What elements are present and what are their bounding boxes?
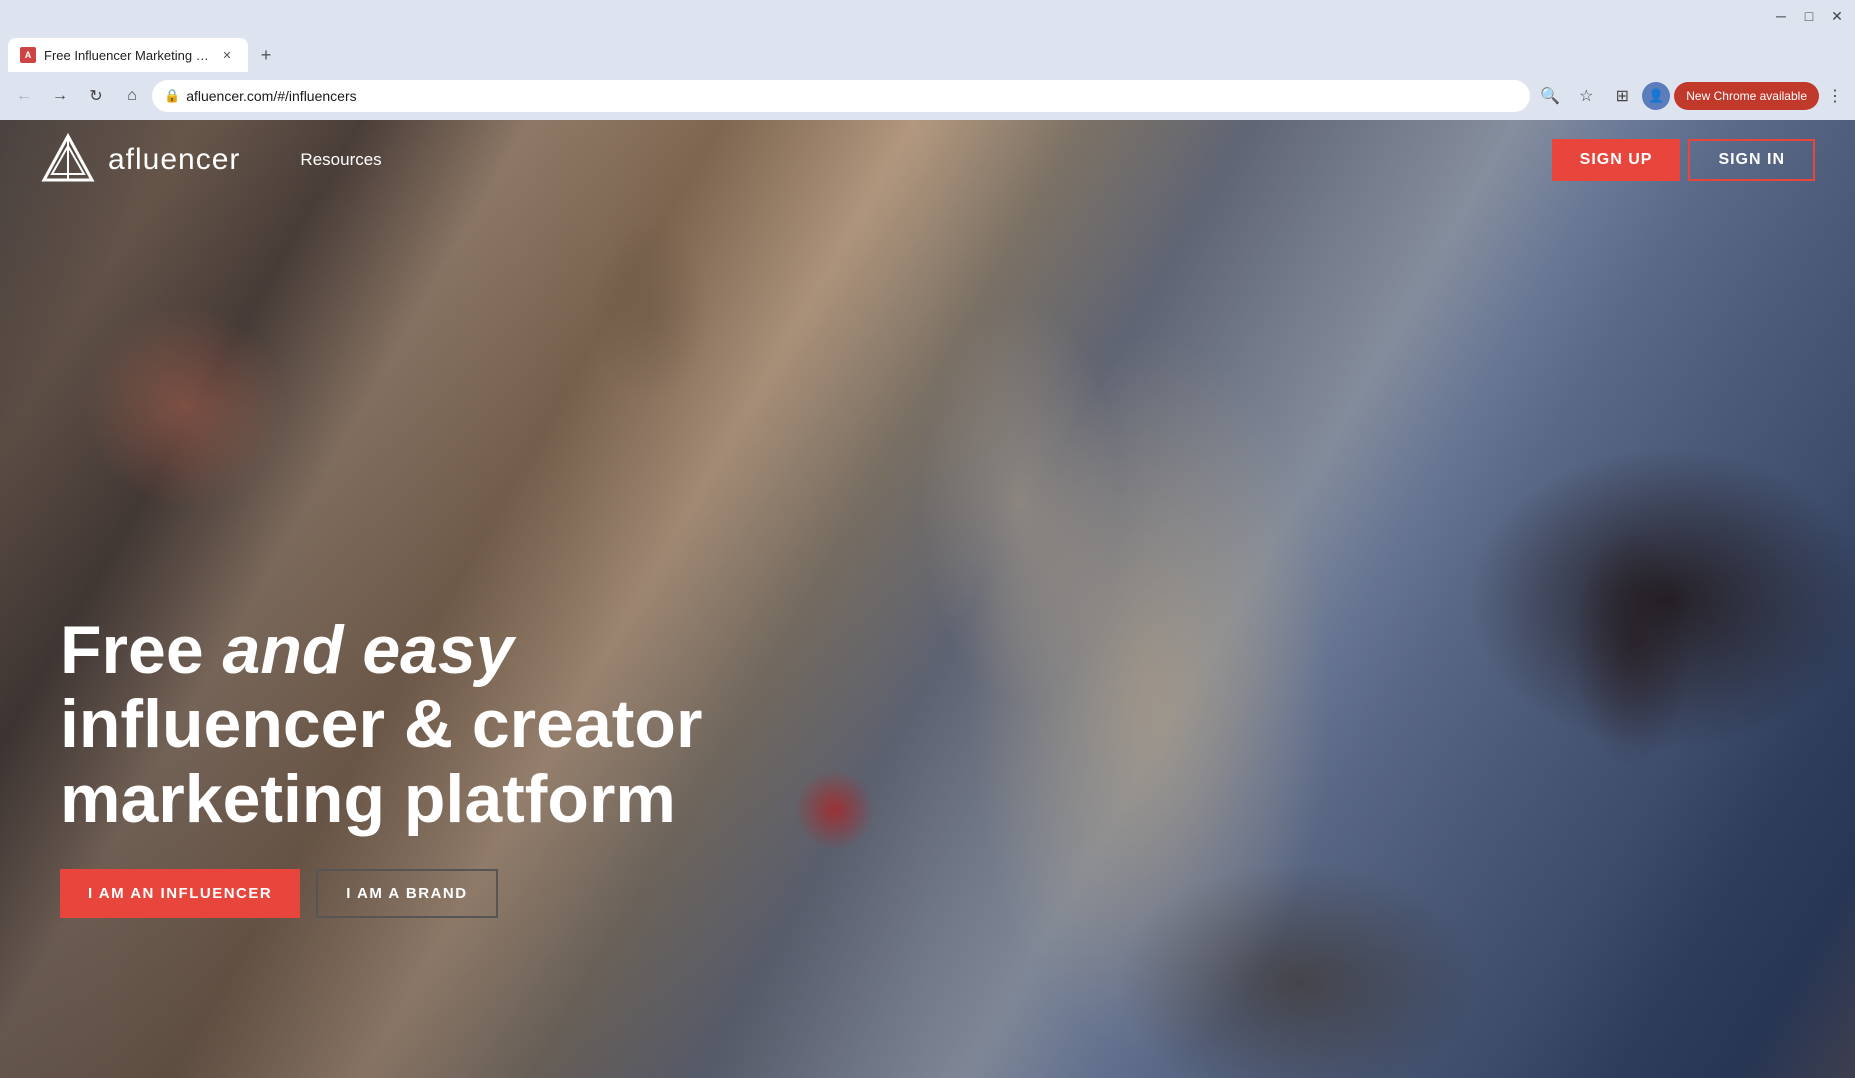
brand-button[interactable]: I AM A BRAND (316, 869, 497, 918)
home-button[interactable]: ⌂ (116, 80, 148, 112)
hero-title-line3: marketing platform (60, 761, 676, 837)
page-content: afluencer Resources SIGN UP SIGN IN Free… (0, 120, 1855, 1078)
nav-link-resources[interactable]: Resources (300, 150, 381, 170)
forward-button[interactable]: → (44, 80, 76, 112)
back-button[interactable]: ← (8, 80, 40, 112)
site-navbar: afluencer Resources SIGN UP SIGN IN (0, 120, 1855, 200)
lock-icon: 🔒 (164, 88, 180, 104)
hero-title: Free and easy influencer & creator marke… (60, 613, 702, 837)
address-bar[interactable]: 🔒 afluencer.com/#/influencers (152, 80, 1530, 112)
reload-button[interactable]: ↻ (80, 80, 112, 112)
nav-links: Resources (300, 150, 381, 170)
browser-window: A Free Influencer Marketing Platf... ✕ +… (0, 32, 1855, 1078)
hero-title-line2: influencer & creator (60, 686, 702, 762)
hero-buttons: I AM AN INFLUENCER I AM A BRAND (60, 869, 702, 918)
tab-favicon: A (20, 47, 36, 63)
os-bar: ─ □ ✕ (0, 0, 1855, 32)
profile-button[interactable]: 👤 (1642, 82, 1670, 110)
chrome-menu-button[interactable]: ⋮ (1823, 84, 1847, 108)
tab-title: Free Influencer Marketing Platf... (44, 48, 210, 63)
hero-figure (0, 120, 1855, 1078)
new-tab-button[interactable]: + (252, 41, 280, 69)
extensions-button[interactable]: ⊞ (1606, 80, 1638, 112)
address-text: afluencer.com/#/influencers (186, 88, 1518, 104)
minimize-button[interactable]: ─ (1769, 4, 1793, 28)
active-tab[interactable]: A Free Influencer Marketing Platf... ✕ (8, 38, 248, 72)
tab-close-button[interactable]: ✕ (218, 46, 236, 64)
hero-title-free: Free (60, 612, 223, 688)
influencer-button[interactable]: I AM AN INFLUENCER (60, 869, 300, 918)
zoom-button[interactable]: 🔍 (1534, 80, 1566, 112)
logo-icon (40, 132, 96, 188)
close-button[interactable]: ✕ (1825, 4, 1849, 28)
new-chrome-button[interactable]: New Chrome available (1674, 82, 1819, 110)
logo-link[interactable]: afluencer (40, 132, 240, 188)
bookmark-button[interactable]: ☆ (1570, 80, 1602, 112)
restore-button[interactable]: □ (1797, 4, 1821, 28)
tab-bar: A Free Influencer Marketing Platf... ✕ + (0, 32, 1855, 72)
sign-up-button[interactable]: SIGN UP (1552, 139, 1681, 181)
toolbar: ← → ↻ ⌂ 🔒 afluencer.com/#/influencers 🔍 … (0, 72, 1855, 120)
logo-text: afluencer (108, 143, 240, 177)
hero-content: Free and easy influencer & creator marke… (60, 613, 702, 918)
hero-title-italic: and easy (223, 612, 514, 688)
sign-in-button[interactable]: SIGN IN (1688, 139, 1815, 181)
toolbar-right: 🔍 ☆ ⊞ 👤 New Chrome available ⋮ (1534, 80, 1847, 112)
